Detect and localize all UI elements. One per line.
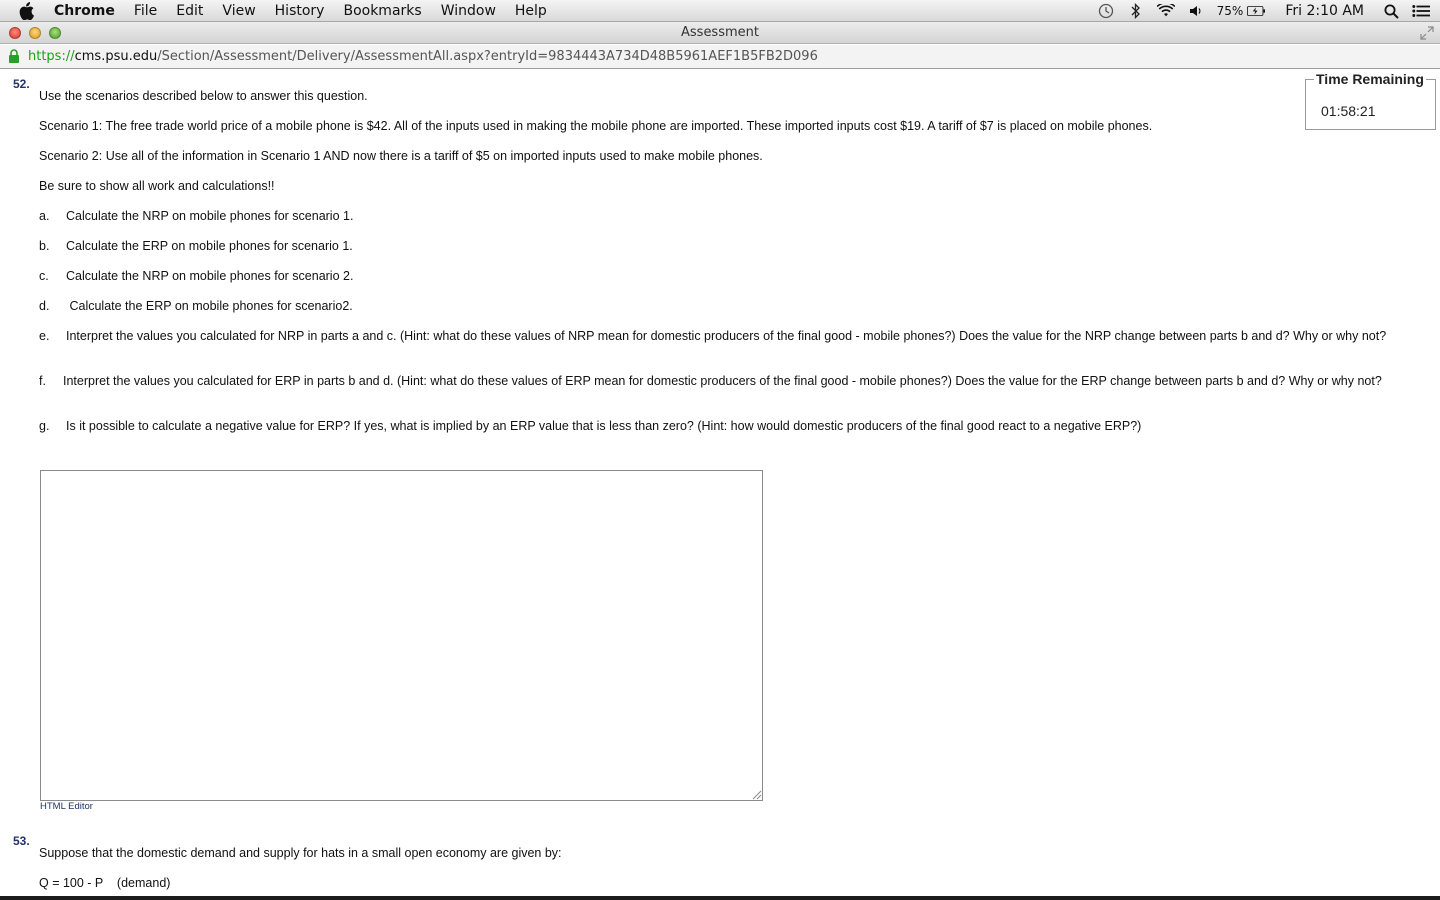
time-remaining-value: 01:58:21 [1321,103,1376,119]
answer-editor[interactable] [40,470,763,801]
part-c: c. Calculate the NRP on mobile phones for… [39,269,1409,284]
part-letter: g. [39,419,50,433]
part-g: g. Is it possible to calculate a negative… [39,419,1409,434]
question-53-intro: Suppose that the domestic demand and sup… [39,846,562,860]
url-host: cms.psu.edu [74,49,158,64]
scenario-2: Scenario 2: Use all of the information i… [39,149,763,163]
menu-window[interactable]: Window [441,3,496,19]
menu-app-chrome[interactable]: Chrome [54,3,115,19]
time-machine-icon[interactable] [1097,3,1115,19]
menu-help[interactable]: Help [515,3,547,19]
part-text: Is it possible to calculate a negative v… [66,419,1142,433]
menu-edit[interactable]: Edit [176,3,203,19]
scenario-1: Scenario 1: The free trade world price o… [39,119,1153,133]
part-letter: d. [39,299,50,313]
part-text: Calculate the NRP on mobile phones for s… [66,269,354,283]
question-number-52: 52. [13,77,30,91]
part-letter: c. [39,269,49,283]
wifi-icon[interactable] [1156,3,1175,19]
window-minimize-button[interactable] [29,27,41,39]
fullscreen-icon[interactable] [1420,26,1434,40]
status-menus: 75% Fri 2:10 AM [1097,0,1440,22]
part-a: a. Calculate the NRP on mobile phones for… [39,209,1409,224]
part-e: e. Interpret the values you calculated fo… [39,329,1409,344]
instruction: Be sure to show all work and calculation… [39,179,275,193]
resize-grip-icon[interactable] [750,788,762,800]
part-text: Calculate the ERP on mobile phones for s… [66,299,353,313]
question-intro: Use the scenarios described below to ans… [39,89,368,103]
window-close-button[interactable] [9,27,21,39]
question-number-53: 53. [13,834,30,848]
window-bottom-edge [0,896,1440,900]
macos-menu-bar: Chrome File Edit View History Bookmarks … [0,0,1440,22]
secure-lock-icon[interactable] [8,48,22,65]
battery-icon[interactable] [1247,3,1266,19]
bluetooth-icon[interactable] [1127,3,1145,19]
assessment-page: 52. Time Remaining 01:58:21 Use the scen… [0,70,1440,896]
menu-bookmarks[interactable]: Bookmarks [343,3,421,19]
window-zoom-button[interactable] [49,27,61,39]
window-title-bar: Assessment [0,22,1440,44]
part-text: Calculate the ERP on mobile phones for s… [66,239,353,253]
window-title: Assessment [681,25,759,40]
part-d: d. Calculate the ERP on mobile phones fo… [39,299,1409,314]
part-text: Calculate the NRP on mobile phones for s… [66,209,354,223]
apple-menu-icon[interactable] [18,1,38,20]
part-letter: e. [39,329,50,343]
part-f: f. Interpret the values you calculated fo… [39,374,1409,389]
html-editor-link[interactable]: HTML Editor [40,801,93,812]
spotlight-search-icon[interactable] [1382,3,1400,19]
part-letter: f. [39,374,46,388]
part-letter: b. [39,239,50,253]
part-letter: a. [39,209,50,223]
menubar-clock[interactable]: Fri 2:10 AM [1285,3,1364,19]
menu-file[interactable]: File [134,3,157,19]
url-path: /Section/Assessment/Delivery/AssessmentA… [157,49,818,64]
volume-icon[interactable] [1187,3,1205,19]
part-text: Interpret the values you calculated for … [66,329,1387,343]
part-text: Interpret the values you calculated for … [63,374,1382,388]
time-remaining-label: Time Remaining [1314,71,1426,87]
notification-center-icon[interactable] [1412,3,1430,19]
battery-percent: 75% [1216,4,1244,18]
menu-view[interactable]: View [222,3,255,19]
menu-history[interactable]: History [275,3,325,19]
demand-equation: Q = 100 - P (demand) [39,876,171,890]
address-bar[interactable]: https:// cms.psu.edu /Section/Assessment… [0,45,1440,69]
url-scheme: https:// [28,49,75,64]
part-b: b. Calculate the ERP on mobile phones for… [39,239,1409,254]
